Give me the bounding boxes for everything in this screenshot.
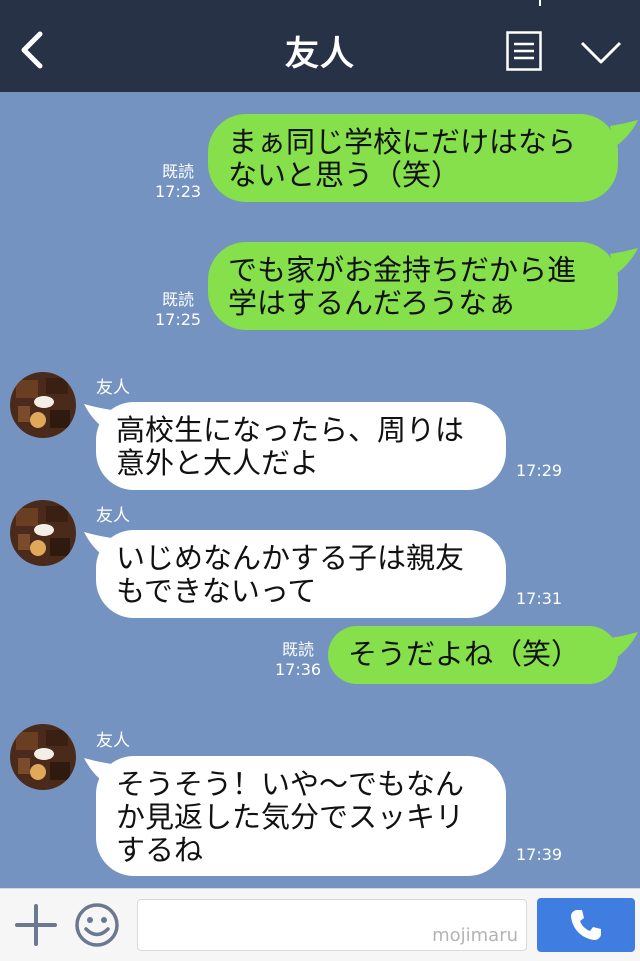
avatar[interactable] [10,724,76,790]
sender-name: 友人 [96,731,130,751]
chat-title: 友人 [285,34,355,74]
status-notch [539,0,541,6]
chevron-down-icon[interactable] [580,40,622,66]
message-time: 17:31 [516,589,563,608]
plus-icon[interactable] [14,903,58,947]
menu-icon[interactable] [506,31,542,71]
message-bubble-sent[interactable]: まぁ同じ学校にだけはならないと思う（笑） [208,114,618,202]
message-bubble-received[interactable]: 高校生になったら、周りは意外と大人だよ [96,402,506,490]
message-input[interactable]: mojimaru [137,899,527,951]
read-receipt: 既読 17:36 [275,640,322,679]
sender-name: 友人 [96,506,130,526]
chat-area[interactable]: 既読 17:23 まぁ同じ学校にだけはならないと思う（笑） 既読 17:25 でも家… [0,92,640,888]
phone-icon [571,910,601,940]
message-bubble-received[interactable]: そうそう！いや〜でもなんか見返した気分でスッキリするね [96,756,506,876]
message-time: 17:39 [516,845,563,864]
smile-icon[interactable] [74,902,120,948]
chat-header: 友人 [0,0,640,92]
message-bubble-sent[interactable]: でも家がお金持ちだから進学はするんだろうなぁ [208,242,618,330]
avatar[interactable] [10,372,76,438]
input-bar: mojimaru [0,888,640,961]
read-receipt: 既読 17:23 [155,162,202,201]
message-bubble-received[interactable]: いじめなんかする子は親友もできないって [96,530,506,618]
avatar[interactable] [10,500,76,566]
read-receipt: 既読 17:25 [155,290,202,329]
sender-name: 友人 [96,378,130,398]
call-button[interactable] [537,898,635,952]
watermark-text: mojimaru [432,925,518,946]
message-time: 17:29 [516,461,563,480]
message-bubble-sent[interactable]: そうだよね（笑） [328,626,618,684]
